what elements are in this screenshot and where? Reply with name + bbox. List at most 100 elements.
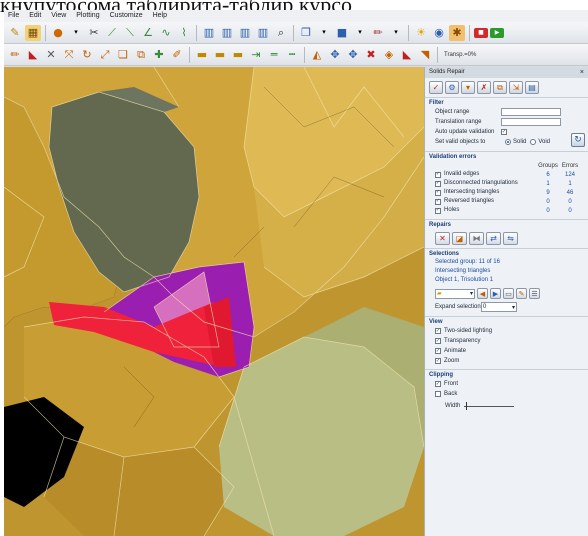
dropdown-icon[interactable]: ▾	[68, 25, 84, 41]
angle-tool-icon[interactable]: ∠	[140, 25, 156, 41]
validation-row-groups[interactable]: 6	[537, 170, 559, 179]
selected-group-text[interactable]: Selected group: 11 of 16	[425, 258, 588, 267]
move-edit-icon[interactable]: ⤧	[61, 47, 77, 63]
translation-range-input[interactable]	[501, 118, 561, 126]
node-edit-icon[interactable]: ✥	[345, 47, 361, 63]
polyline-tool-icon[interactable]: ⟍	[122, 25, 138, 41]
stitch-icon[interactable]: ⧓	[469, 232, 484, 245]
grid-tool-icon[interactable]: ▥	[219, 25, 235, 41]
pencil-tool-icon[interactable]: ✏	[370, 25, 386, 41]
validation-row[interactable]: ✓ Intersecting triangles 9 46	[429, 188, 581, 197]
menu-edit[interactable]: Edit	[25, 10, 45, 22]
reconnect-icon[interactable]: ⇋	[503, 232, 518, 245]
menu-plotting[interactable]: Plotting	[72, 10, 103, 22]
validation-row-groups[interactable]: 9	[537, 188, 559, 197]
sun-tool-icon[interactable]: ☀	[413, 25, 429, 41]
3d-viewport[interactable]	[4, 67, 424, 536]
validation-row-checkbox[interactable]: ✓	[435, 171, 441, 178]
pattern-tool-icon[interactable]: ✱	[449, 24, 465, 41]
clipping-option-checkbox[interactable]	[435, 391, 441, 397]
merge-icon[interactable]: ⧉	[493, 81, 507, 94]
mesh-edit-icon[interactable]: ◈	[381, 47, 397, 63]
delete-edit-icon[interactable]: ✖	[363, 47, 379, 63]
options-icon[interactable]: ⚙	[445, 81, 459, 94]
clipping-option[interactable]: Back	[425, 389, 588, 399]
validation-row-groups[interactable]: 0	[537, 197, 559, 206]
list-icon[interactable]: ☰	[529, 288, 540, 299]
merge-edit-icon[interactable]: ⧉	[133, 47, 149, 63]
previous-group-icon[interactable]: ◀	[477, 288, 488, 299]
line-edit-icon[interactable]: ═	[266, 47, 282, 63]
validation-row-errors[interactable]: 1	[559, 179, 581, 188]
void-radio[interactable]	[530, 139, 537, 145]
rotate-edit-icon[interactable]: ↻	[79, 47, 95, 63]
copy-edit-icon[interactable]: ❏	[115, 47, 131, 63]
brush-edit-icon[interactable]: ✐	[169, 47, 185, 63]
next-group-icon[interactable]: ▶	[490, 288, 501, 299]
object-range-input[interactable]	[501, 108, 561, 116]
bar-edit-icon[interactable]: ▬	[212, 47, 228, 63]
auto-update-checkbox[interactable]: ✓	[501, 129, 507, 135]
validation-row[interactable]: ✓ Invalid edges 6 124	[429, 170, 581, 179]
grid-tool-icon[interactable]: ▥	[255, 25, 271, 41]
close-icon[interactable]: ×	[580, 67, 584, 78]
dash-edit-icon[interactable]: ┅	[284, 47, 300, 63]
validation-row-errors[interactable]: 0	[559, 197, 581, 206]
validation-row-checkbox[interactable]: ✓	[435, 189, 441, 196]
solid-radio[interactable]	[505, 139, 511, 145]
object-ref-text[interactable]: Object 1, Trisolution 1	[425, 276, 588, 285]
pencil-edit-icon[interactable]: ✏	[7, 47, 23, 63]
bar-edit-icon[interactable]: ▬	[194, 47, 210, 63]
group-select-combo[interactable]: ▰ ▾	[435, 288, 475, 299]
view-option[interactable]: ✓ Animate	[425, 346, 588, 356]
record-tool-icon[interactable]: ■	[474, 27, 488, 38]
validation-row-groups[interactable]: 0	[537, 206, 559, 215]
menu-help[interactable]: Help	[149, 10, 171, 22]
group-type-text[interactable]: Intersecting triangles	[425, 267, 588, 276]
slider-thumb[interactable]	[466, 402, 468, 410]
view-option[interactable]: ✓ Two-sided lighting	[425, 326, 588, 336]
fix-icon[interactable]: ✗	[477, 81, 491, 94]
delete-triangles-icon[interactable]: ✕	[435, 232, 450, 245]
view-option-checkbox[interactable]: ✓	[435, 348, 441, 354]
line-tool-icon[interactable]: ⟋	[104, 25, 120, 41]
document-tool-icon[interactable]: ❐	[298, 25, 314, 41]
scale-edit-icon[interactable]: ⤢	[97, 47, 113, 63]
validation-row[interactable]: ✓ Disconnected triangulations 1 1	[429, 179, 581, 188]
menu-customize[interactable]: Customize	[106, 10, 147, 22]
dropdown-icon[interactable]: ▾	[316, 25, 332, 41]
triangle-edit-icon[interactable]: ◥	[417, 47, 433, 63]
arrow-edit-icon[interactable]: ⇥	[248, 47, 264, 63]
dropdown-icon[interactable]: ▾	[388, 25, 404, 41]
flip-triangles-icon[interactable]: ⇄	[486, 232, 501, 245]
view-option-checkbox[interactable]: ✓	[435, 328, 441, 334]
color-tool-icon[interactable]: ■	[334, 25, 350, 41]
open-tool-icon[interactable]: ✎	[7, 25, 23, 41]
validation-row-checkbox[interactable]: ✓	[435, 180, 441, 187]
validate-icon[interactable]: ✓	[429, 81, 443, 94]
report-icon[interactable]: ▤	[525, 81, 539, 94]
play-tool-icon[interactable]: ▶	[490, 27, 504, 38]
point-tool-icon[interactable]: ●	[50, 25, 66, 41]
plus-edit-icon[interactable]: ✚	[151, 47, 167, 63]
spline-tool-icon[interactable]: ⌇	[176, 25, 192, 41]
refresh-icon[interactable]: ↻	[571, 133, 585, 147]
expand-selection-select[interactable]: 0 ▾	[481, 302, 517, 312]
menu-view[interactable]: View	[47, 10, 70, 22]
globe-tool-icon[interactable]: ◉	[431, 25, 447, 41]
clipping-option[interactable]: ✓ Front	[425, 379, 588, 389]
validation-row-errors[interactable]: 46	[559, 188, 581, 197]
layer-tool-icon[interactable]: ▦	[25, 24, 41, 41]
view-option-checkbox[interactable]: ✓	[435, 358, 441, 364]
curve-tool-icon[interactable]: ∿	[158, 25, 174, 41]
validation-row-checkbox[interactable]: ✓	[435, 207, 441, 214]
clip-width-slider[interactable]	[464, 402, 515, 410]
clipping-option-checkbox[interactable]: ✓	[435, 381, 441, 387]
validation-row[interactable]: ✓ Holes 0 0	[429, 206, 581, 215]
dropdown-icon[interactable]: ▾	[352, 25, 368, 41]
zoom-tool-icon[interactable]: ⌕	[273, 25, 289, 41]
filter-icon[interactable]: ▾	[461, 81, 475, 94]
vertex-edit-icon[interactable]: ◭	[309, 47, 325, 63]
export-icon[interactable]: ⇲	[509, 81, 523, 94]
validation-row-errors[interactable]: 0	[559, 206, 581, 215]
